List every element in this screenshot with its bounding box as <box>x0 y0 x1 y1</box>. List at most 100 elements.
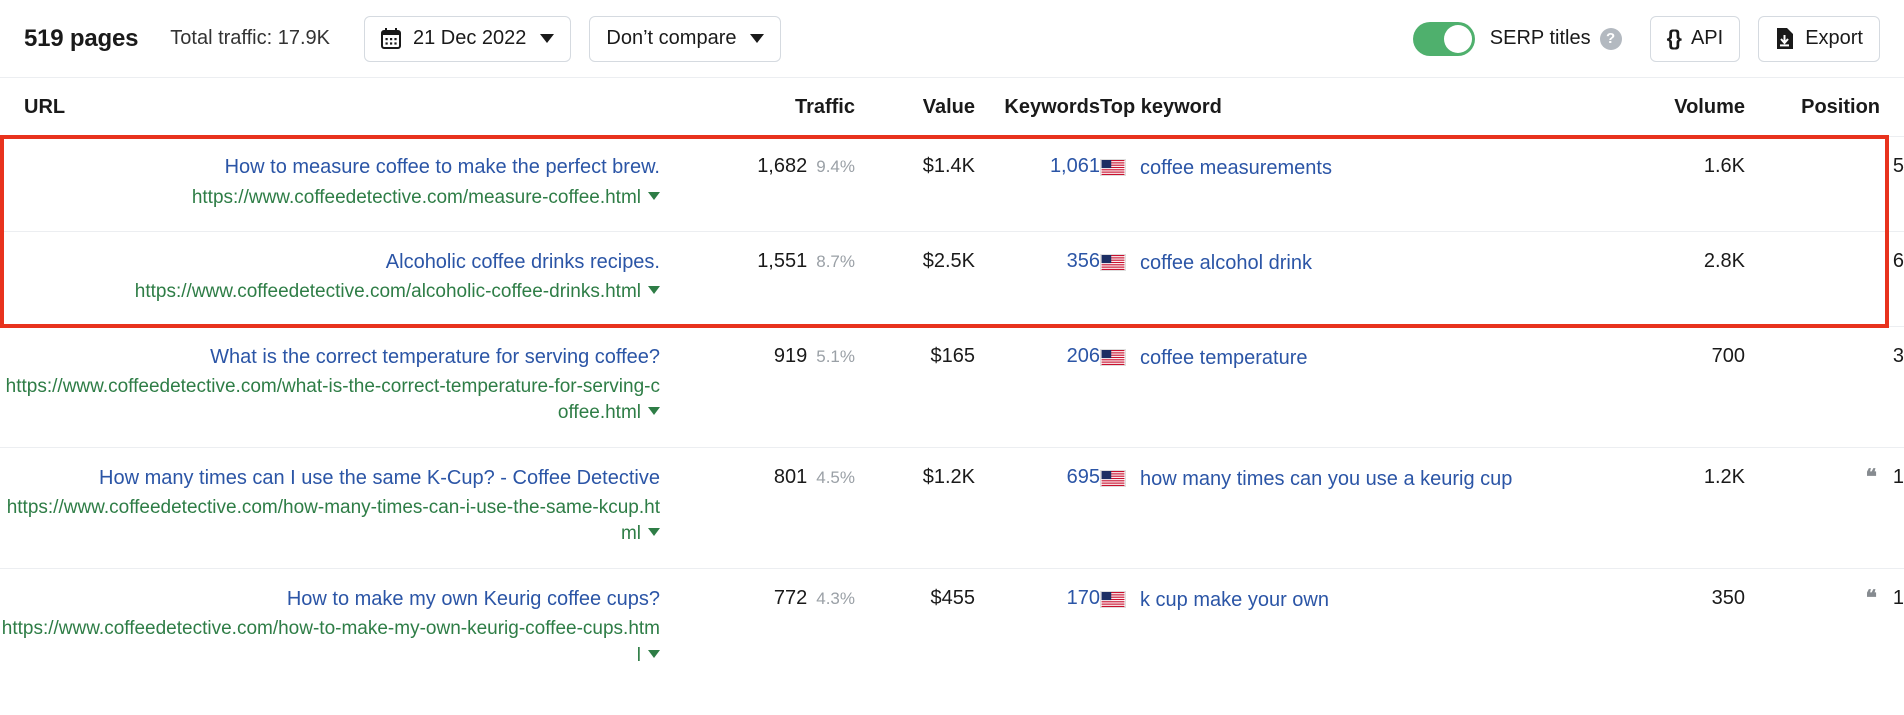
page-title-link[interactable]: What is the correct temperature for serv… <box>0 345 660 371</box>
column-header-position[interactable]: Position <box>1745 78 1904 137</box>
cell-top-keyword: how many times can you use a keurig cup <box>1100 447 1565 568</box>
traffic-percent: 4.5% <box>816 468 855 487</box>
cell-keywords: 170 <box>975 568 1100 689</box>
page-title-link[interactable]: How to measure coffee to make the perfec… <box>0 155 660 181</box>
keywords-count-link[interactable]: 206 <box>1067 345 1100 367</box>
keywords-count-link[interactable]: 695 <box>1067 466 1100 488</box>
api-button[interactable]: {} API <box>1650 16 1741 62</box>
serp-titles-control: SERP titles ? <box>1413 22 1622 56</box>
page-url-link[interactable]: https://www.coffeedetective.com/what-is-… <box>0 374 660 426</box>
traffic-value: 919 <box>774 345 807 367</box>
position-value: 5 <box>1893 155 1904 177</box>
top-keyword-link[interactable]: coffee measurements <box>1140 155 1332 181</box>
top-keyword-link[interactable]: how many times can you use a keurig cup <box>1140 466 1512 492</box>
position-value: 3 <box>1893 345 1904 367</box>
serp-titles-toggle[interactable] <box>1413 22 1475 56</box>
column-header-value[interactable]: Value <box>855 78 975 137</box>
table-row: How many times can I use the same K-Cup?… <box>0 447 1904 568</box>
cell-value: $165 <box>855 326 975 447</box>
page-title-link[interactable]: Alcoholic coffee drinks recipes. <box>0 250 660 276</box>
cell-top-keyword: coffee temperature <box>1100 326 1565 447</box>
volume-value: 2.8K <box>1704 250 1745 272</box>
top-keyword-link[interactable]: k cup make your own <box>1140 587 1329 613</box>
page-url-link[interactable]: https://www.coffeedetective.com/measure-… <box>0 185 660 211</box>
help-icon[interactable]: ? <box>1600 28 1622 50</box>
featured-snippet-icon: ❝ <box>1866 467 1877 488</box>
toggle-knob <box>1444 25 1472 53</box>
top-keyword-link[interactable]: coffee temperature <box>1140 345 1308 371</box>
column-header-volume[interactable]: Volume <box>1565 78 1745 137</box>
braces-icon: {} <box>1667 27 1681 51</box>
traffic-percent: 8.7% <box>816 252 855 271</box>
cell-value: $2.5K <box>855 231 975 326</box>
table-body: How to measure coffee to make the perfec… <box>0 137 1904 689</box>
us-flag-icon <box>1100 591 1126 608</box>
download-icon <box>1775 28 1794 49</box>
table-row: How to make my own Keurig coffee cups? ht… <box>0 568 1904 689</box>
keywords-count-link[interactable]: 1,061 <box>1050 155 1100 177</box>
cell-traffic: 1,551 8.7% <box>660 231 855 326</box>
page-url-text: https://www.coffeedetective.com/measure-… <box>192 187 641 208</box>
traffic-percent: 5.1% <box>816 347 855 366</box>
volume-value: 350 <box>1712 587 1745 609</box>
cell-traffic: 919 5.1% <box>660 326 855 447</box>
cell-top-keyword: coffee alcohol drink <box>1100 231 1565 326</box>
position-value: 6 <box>1893 250 1904 272</box>
cell-volume: 2.8K <box>1565 231 1745 326</box>
page-url-link[interactable]: https://www.coffeedetective.com/how-many… <box>0 495 660 547</box>
chevron-down-icon[interactable] <box>648 192 660 200</box>
page-url-link[interactable]: https://www.coffeedetective.com/how-to-m… <box>0 616 660 668</box>
cell-volume: 1.2K <box>1565 447 1745 568</box>
table-header-row: URL Traffic Value Keywords Top keyword V… <box>0 78 1904 137</box>
cell-keywords: 695 <box>975 447 1100 568</box>
export-label: Export <box>1805 27 1863 50</box>
column-header-keywords[interactable]: Keywords <box>975 78 1100 137</box>
value-amount: $455 <box>931 587 976 609</box>
page-root: 519 pages Total traffic: 17.9K 21 Dec 20… <box>0 0 1904 689</box>
pages-table: URL Traffic Value Keywords Top keyword V… <box>0 77 1904 689</box>
cell-traffic: 1,6829.4% <box>660 137 855 232</box>
traffic-percent: 9.4% <box>816 157 855 176</box>
keywords-count-link[interactable]: 356 <box>1067 250 1100 272</box>
cell-url: How to make my own Keurig coffee cups? ht… <box>0 568 660 689</box>
top-keyword-link[interactable]: coffee alcohol drink <box>1140 250 1312 276</box>
page-title-link[interactable]: How to make my own Keurig coffee cups? <box>0 587 660 613</box>
chevron-down-icon <box>750 34 764 43</box>
column-header-traffic[interactable]: Traffic <box>660 78 855 137</box>
column-header-top-keyword[interactable]: Top keyword <box>1100 78 1565 137</box>
calendar-icon <box>381 28 401 49</box>
export-button[interactable]: Export <box>1758 16 1880 62</box>
us-flag-icon <box>1100 159 1126 176</box>
value-amount: $165 <box>931 345 976 367</box>
cell-position: ❝1 <box>1745 447 1904 568</box>
chevron-down-icon[interactable] <box>648 407 660 415</box>
cell-url: How to measure coffee to make the perfec… <box>0 137 660 232</box>
traffic-value: 772 <box>774 587 807 609</box>
page-url-text: https://www.coffeedetective.com/how-to-m… <box>2 618 660 665</box>
cell-top-keyword: coffee measurements <box>1100 137 1565 232</box>
keywords-count-link[interactable]: 170 <box>1067 587 1100 609</box>
table-row: Alcoholic coffee drinks recipes. https://… <box>0 231 1904 326</box>
date-picker-button[interactable]: 21 Dec 2022 <box>364 16 571 62</box>
cell-position: 6 <box>1745 231 1904 326</box>
chevron-down-icon[interactable] <box>648 650 660 658</box>
volume-value: 1.6K <box>1704 155 1745 177</box>
compare-dropdown-button[interactable]: Don’t compare <box>589 16 781 62</box>
column-header-url[interactable]: URL <box>0 78 660 137</box>
volume-value: 1.2K <box>1704 466 1745 488</box>
page-url-text: https://www.coffeedetective.com/alcoholi… <box>135 281 641 302</box>
cell-url: Alcoholic coffee drinks recipes. https://… <box>0 231 660 326</box>
position-value: 1 <box>1893 466 1904 488</box>
page-title-link[interactable]: How many times can I use the same K-Cup?… <box>0 466 660 492</box>
page-url-text: https://www.coffeedetective.com/how-many… <box>7 497 660 544</box>
chevron-down-icon[interactable] <box>648 528 660 536</box>
chevron-down-icon[interactable] <box>648 286 660 294</box>
cell-value: $1.4K <box>855 137 975 232</box>
cell-url: What is the correct temperature for serv… <box>0 326 660 447</box>
page-url-text: https://www.coffeedetective.com/what-is-… <box>6 376 660 423</box>
page-url-link[interactable]: https://www.coffeedetective.com/alcoholi… <box>0 279 660 305</box>
volume-value: 700 <box>1712 345 1745 367</box>
cell-top-keyword: k cup make your own <box>1100 568 1565 689</box>
traffic-value: 1,551 <box>757 250 807 272</box>
table-row: What is the correct temperature for serv… <box>0 326 1904 447</box>
